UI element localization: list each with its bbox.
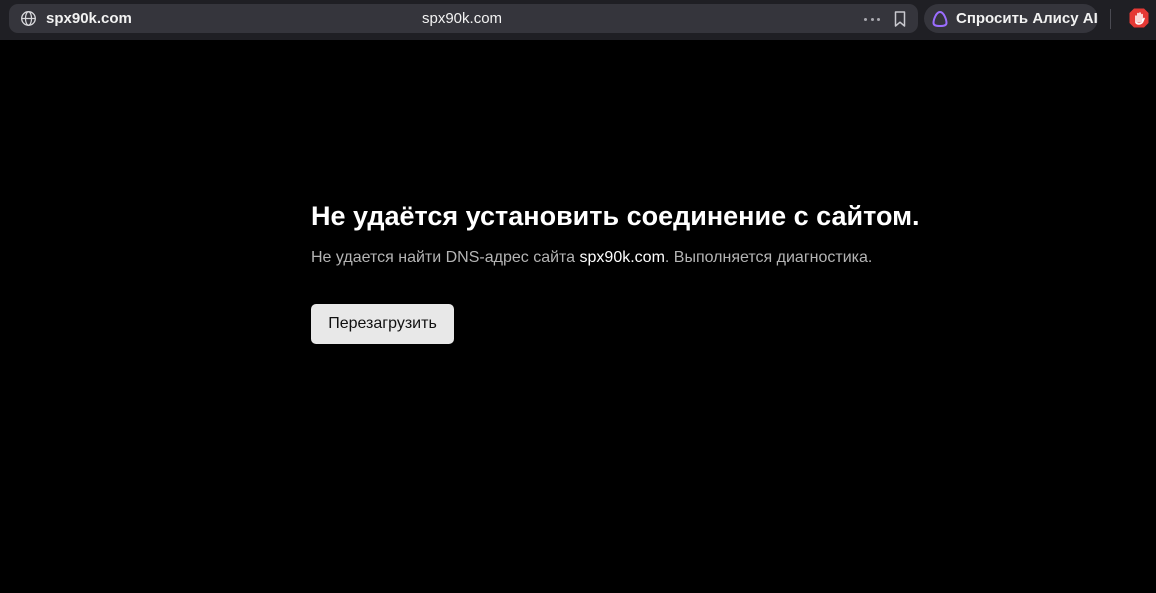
ask-alice-label: Спросить Алису AI <box>956 10 1098 27</box>
error-description: Не удается найти DNS-адрес сайта spx90k.… <box>311 248 872 267</box>
more-horizontal-icon[interactable] <box>862 11 882 27</box>
error-description-host: spx90k.com <box>579 249 665 266</box>
globe-icon[interactable] <box>20 10 37 27</box>
adblock-hand-icon[interactable] <box>1128 7 1150 29</box>
error-description-prefix: Не удается найти DNS-адрес сайта <box>311 249 580 266</box>
alice-icon <box>932 11 948 27</box>
address-bar[interactable]: spx90k.com spx90k.com <box>9 4 918 33</box>
browser-toolbar: spx90k.com spx90k.com Спросить Алису AI <box>0 0 1156 40</box>
address-page-title[interactable]: spx90k.com <box>422 10 502 27</box>
error-title: Не удаётся установить соединение с сайто… <box>311 201 920 231</box>
ask-alice-button[interactable]: Спросить Алису AI <box>924 4 1098 33</box>
bookmark-icon[interactable] <box>892 10 908 28</box>
address-host[interactable]: spx90k.com <box>46 10 132 27</box>
toolbar-divider <box>1110 9 1111 29</box>
reload-button[interactable]: Перезагрузить <box>311 304 454 344</box>
error-description-suffix: . Выполняется диагностика. <box>664 249 873 266</box>
